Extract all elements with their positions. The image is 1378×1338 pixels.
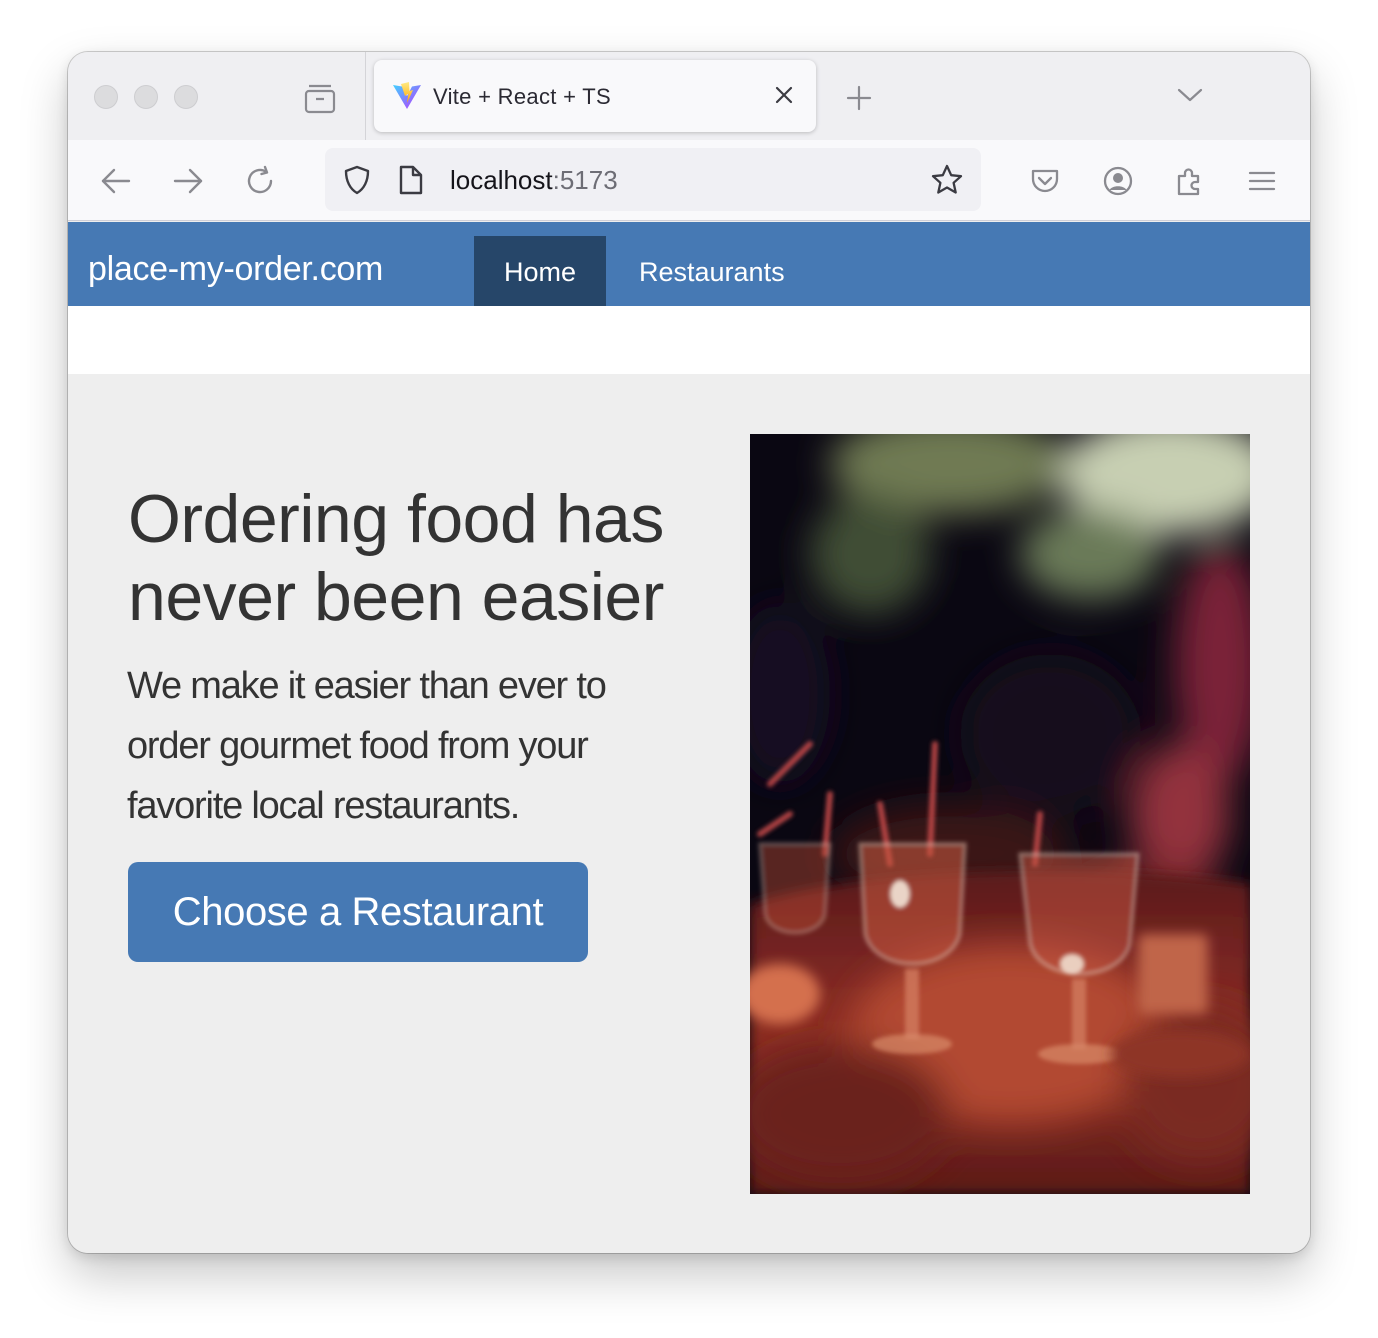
page-icon	[397, 164, 425, 196]
nav-link-home[interactable]: Home	[474, 236, 607, 306]
hamburger-icon[interactable]	[1245, 164, 1279, 198]
site-navbar: place-my-order.com Home Restaurants	[68, 222, 1310, 306]
nav-spacer	[68, 306, 1310, 374]
pocket-icon[interactable]	[1028, 164, 1062, 198]
site-brand[interactable]: place-my-order.com	[88, 250, 383, 289]
address-bar[interactable]: localhost:5173	[325, 148, 981, 211]
tab-overview-icon[interactable]	[302, 80, 338, 116]
arrow-right-icon[interactable]	[171, 164, 205, 198]
minimize-window-button[interactable]	[134, 85, 158, 109]
tabstrip-divider	[365, 52, 366, 140]
vite-logo-icon	[392, 81, 422, 111]
shield-icon[interactable]	[341, 164, 373, 196]
chevron-down-icon[interactable]	[1176, 84, 1204, 106]
url-text[interactable]: localhost:5173	[450, 165, 618, 196]
star-icon[interactable]	[930, 163, 964, 197]
web-page: place-my-order.com Home Restaurants Orde…	[68, 222, 1310, 1253]
close-window-button[interactable]	[94, 85, 118, 109]
zoom-window-button[interactable]	[174, 85, 198, 109]
tab-title: Vite + React + TS	[433, 84, 611, 109]
close-icon[interactable]	[772, 83, 796, 107]
plus-icon[interactable]	[844, 83, 874, 113]
browser-window: Vite + React + TS localhost:5173 place-m…	[68, 52, 1310, 1253]
choose-restaurant-button[interactable]: Choose a Restaurant	[128, 862, 588, 962]
tab-active[interactable]: Vite + React + TS	[374, 60, 816, 132]
hero-lead: We make it easier than ever to order gou…	[127, 665, 607, 827]
url-port: :5173	[552, 165, 618, 195]
tab-strip: Vite + React + TS	[68, 52, 1310, 140]
navigation-toolbar: localhost:5173	[68, 140, 1310, 221]
hero-title: Ordering food has never been easier	[128, 481, 664, 635]
hero-image	[750, 434, 1250, 1194]
account-icon[interactable]	[1101, 164, 1135, 198]
puzzle-icon[interactable]	[1173, 164, 1207, 198]
reload-icon[interactable]	[243, 164, 277, 198]
arrow-left-icon[interactable]	[99, 164, 133, 198]
url-host: localhost	[450, 165, 553, 195]
nav-link-restaurants[interactable]: Restaurants	[609, 236, 815, 306]
